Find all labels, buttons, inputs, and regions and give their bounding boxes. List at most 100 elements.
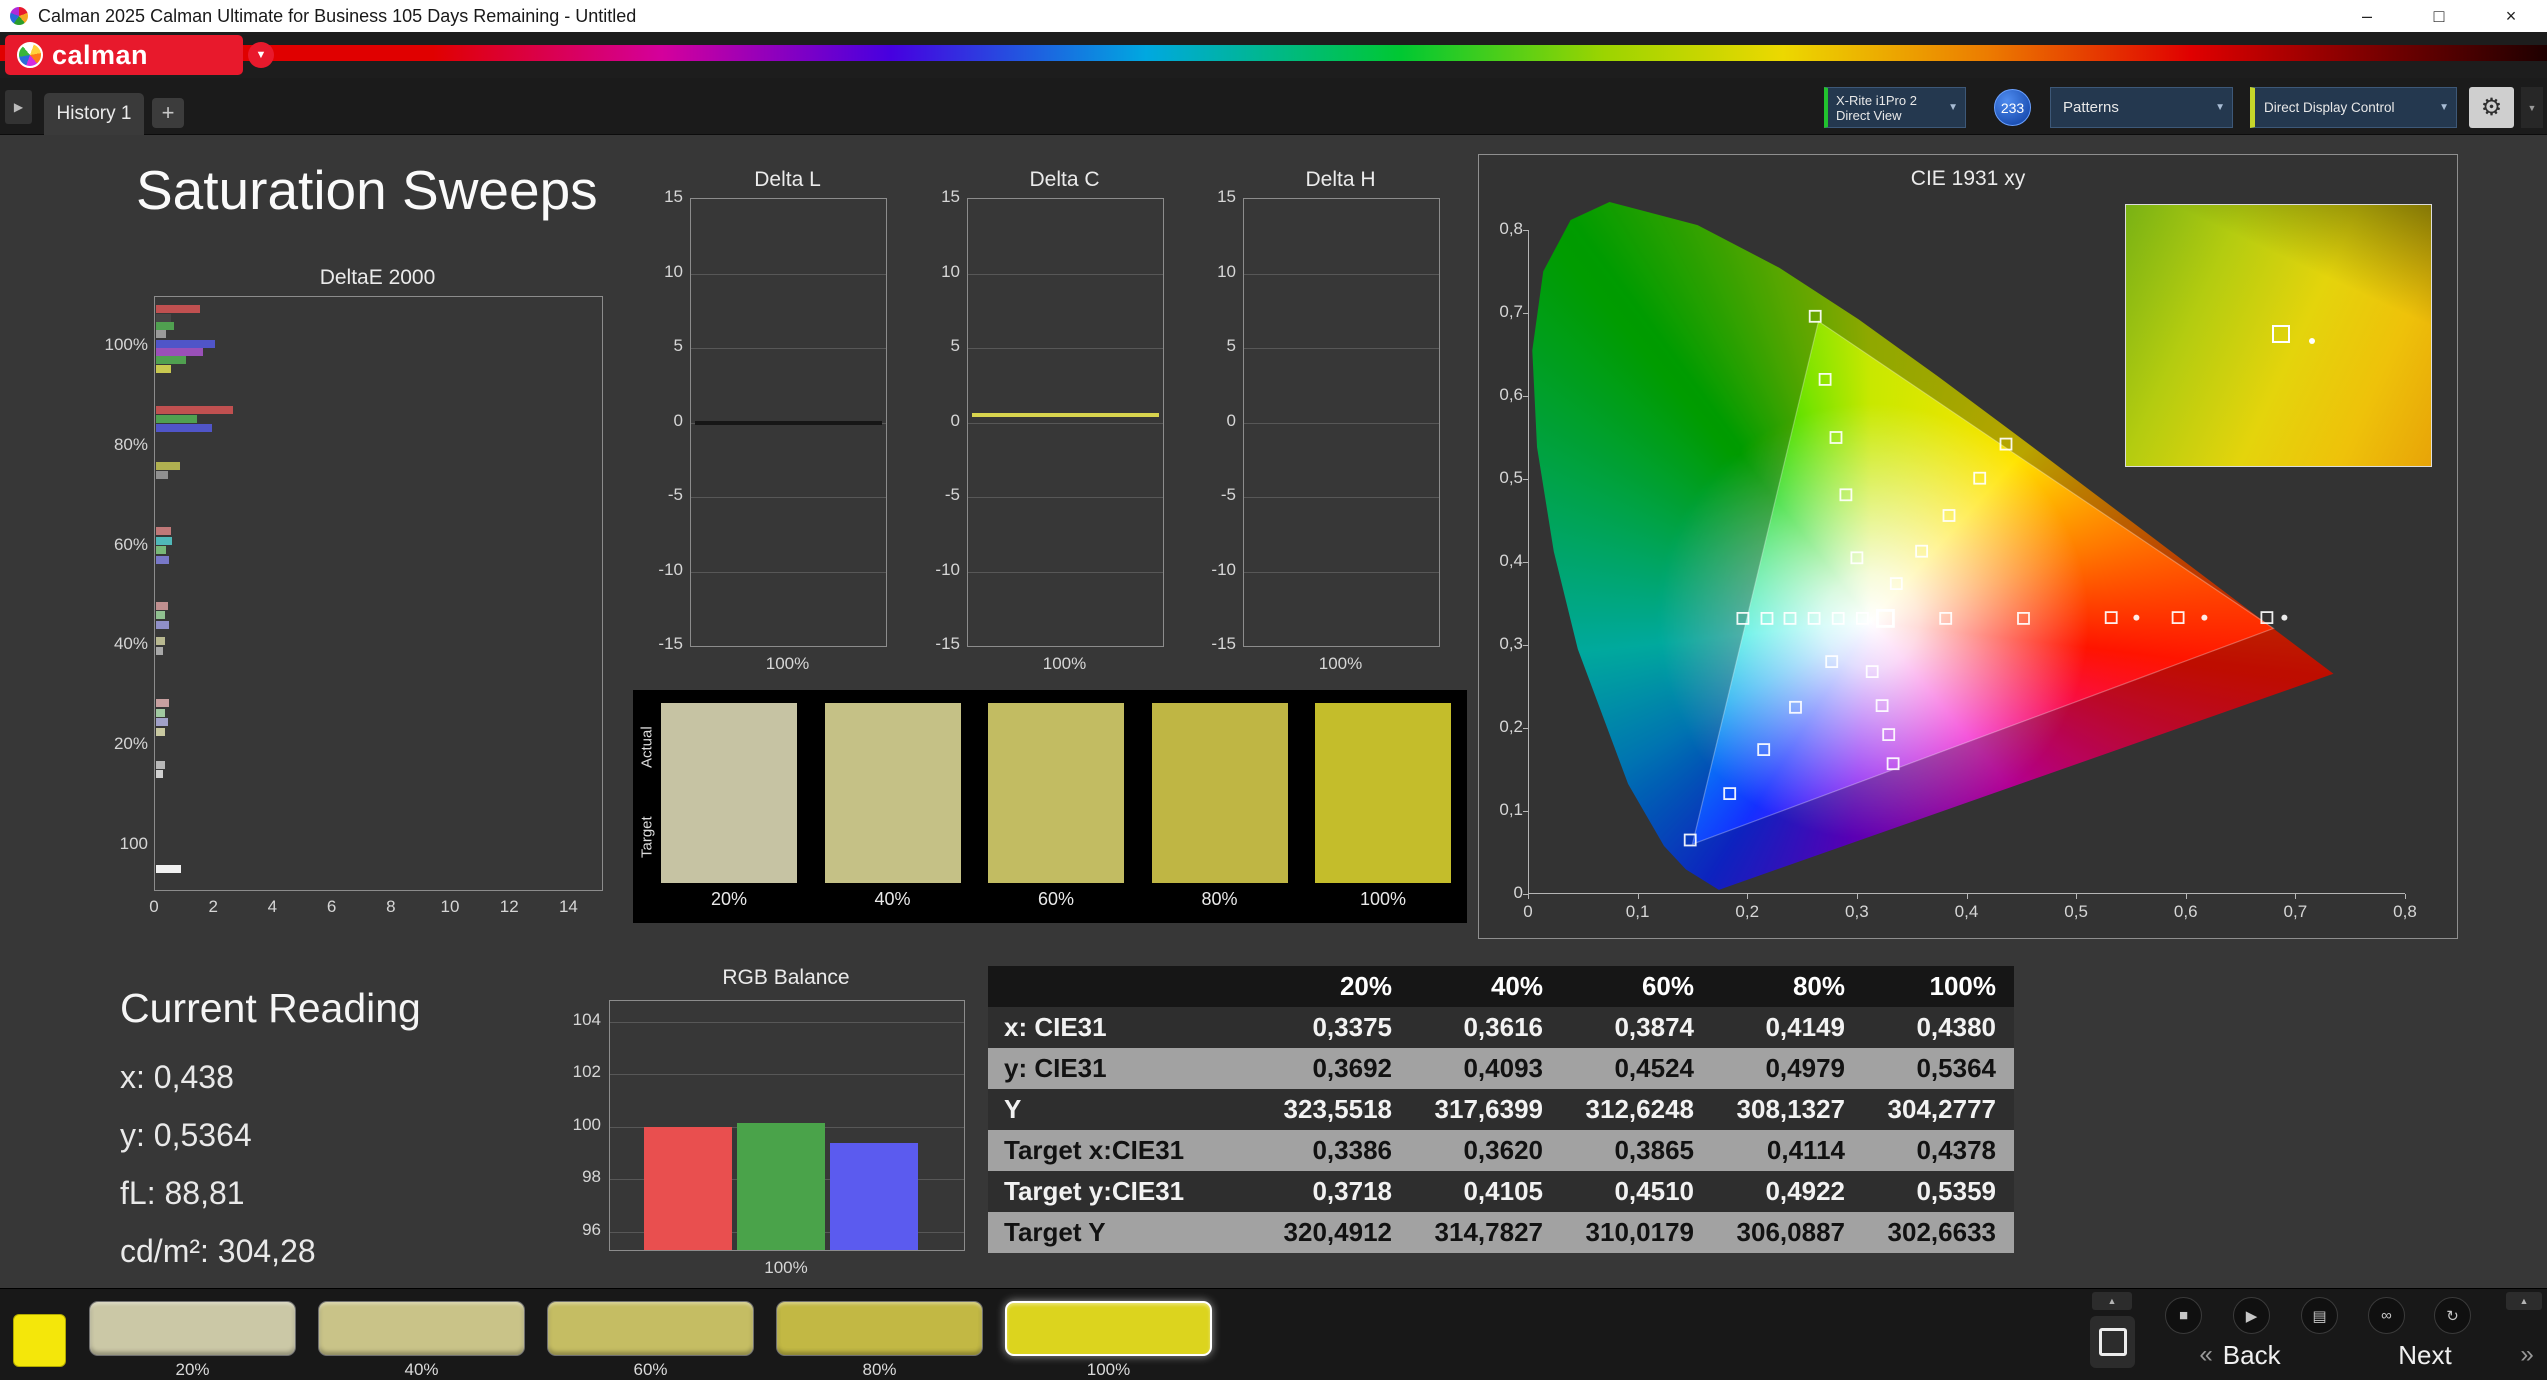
deltae-bar	[156, 546, 167, 555]
delta-h-y-label: 5	[1226, 336, 1236, 355]
table-cell: 0,3620	[1463, 1135, 1543, 1165]
delta-h-title: Delta H	[1305, 168, 1376, 191]
stop-button[interactable]: ■	[2165, 1297, 2202, 1334]
pattern-window-button[interactable]	[2090, 1316, 2135, 1368]
delta-h-gridline	[1244, 273, 1439, 275]
table-row: Target Y 320,4912 314,7827 310,0179 306,0887…	[988, 1212, 2014, 1253]
deltae-x-label: 6	[326, 897, 337, 916]
deltae-bar	[156, 461, 180, 470]
minimize-button[interactable]: –	[2331, 0, 2403, 32]
table-cell: 0,5364	[1916, 1053, 1996, 1083]
cie-x-tick	[1637, 894, 1639, 899]
bottom-swatch-80%[interactable]	[776, 1301, 983, 1356]
close-button[interactable]: ×	[2475, 0, 2547, 32]
cie-y-tick	[1523, 894, 1528, 895]
deltae-plot	[154, 296, 603, 891]
tab-history-1[interactable]: History 1	[44, 93, 144, 135]
calman-logo[interactable]: calman	[5, 35, 243, 75]
maximize-button[interactable]: □	[2403, 0, 2475, 32]
bottom-swatch-100%[interactable]	[1005, 1301, 1212, 1356]
scroll-up-button-right[interactable]: ▲	[2506, 1292, 2542, 1310]
deltae-bar	[156, 708, 165, 717]
delta-c-chart: Delta C 15 10 5 0 -5 -10 -15 100%	[906, 168, 1206, 698]
loop-button[interactable]: ∞	[2368, 1297, 2405, 1334]
cie-chart: CIE 1931 xy 0 0,1 0,2 0,3 0,4 0,5 0,6 0,7 0,8 0,8…	[1478, 154, 2458, 939]
delta-l-y-label: 15	[664, 187, 683, 206]
delta-l-gridline	[691, 273, 886, 275]
deltae-x-label: 12	[499, 897, 519, 916]
saturation-strip: Actual Target 20% 40% 60% 80% 100%	[633, 690, 1467, 923]
active-pattern-swatch[interactable]	[13, 1314, 66, 1367]
deltae-bar	[156, 865, 182, 874]
cie-y-label: 0	[1513, 883, 1523, 902]
cie-y-tick	[1523, 562, 1528, 563]
cie-x-tick	[2405, 894, 2406, 899]
strip-swatch-label: 100%	[1359, 889, 1407, 909]
logo-menu-button[interactable]: ▼	[248, 42, 274, 68]
deltae-x-label: 2	[208, 897, 218, 916]
bottom-swatch-20%[interactable]	[89, 1301, 296, 1356]
deltae-bar	[156, 313, 171, 322]
delta-c-y-label: 10	[941, 261, 960, 281]
delta-h-y-label: -5	[1220, 485, 1236, 504]
deltae-bar	[156, 364, 171, 373]
toolbar-corner-button[interactable]: ▼	[2521, 87, 2543, 128]
tab-scroll-button[interactable]: ▶	[5, 90, 32, 124]
table-cell: 0,3386	[1312, 1135, 1392, 1165]
rgb-y-label: 100	[572, 1114, 601, 1134]
table-cell: 306,0887	[1736, 1217, 1845, 1247]
current-reading-title: Current Reading	[120, 985, 421, 1031]
delta-c-gridline	[968, 273, 1163, 275]
strip-swatch-label: 40%	[874, 889, 911, 909]
page-title: Saturation Sweeps	[136, 159, 598, 221]
table-row: y: CIE31 0,3692 0,4093 0,4524 0,4979 0,5364	[988, 1048, 2014, 1089]
table-row: x: CIE31 0,3375 0,3616 0,3874 0,4149 0,4380	[988, 1007, 2014, 1048]
delta-c-y-label: 15	[941, 187, 960, 206]
delta-l-x-label: 100%	[765, 654, 810, 673]
bottom-swatch-label: 80%	[862, 1360, 897, 1379]
cie-x-label: 0,2	[1735, 902, 1760, 921]
meter-count-badge[interactable]: 233	[1994, 89, 2031, 126]
next-button[interactable]: Next	[2345, 1333, 2505, 1377]
table-cell: 0,4105	[1463, 1176, 1543, 1206]
play-button[interactable]: ▶	[2233, 1297, 2270, 1334]
patterns-dropdown[interactable]: Patterns ▼	[2050, 87, 2233, 128]
table-row: Target y:CIE31 0,3718 0,4105 0,4510 0,4922 0,…	[988, 1171, 2014, 1212]
table-cell: 0,3616	[1463, 1012, 1543, 1042]
table-row-label: y: CIE31	[1004, 1053, 1107, 1083]
delta-c-gridline	[968, 348, 1163, 349]
scroll-up-button[interactable]: ▲	[2092, 1292, 2132, 1310]
delta-c-y-label: 0	[950, 410, 960, 430]
next-label: Next	[2398, 1339, 2452, 1370]
next-chevron-button[interactable]: »	[2510, 1333, 2544, 1377]
cie-x-tick	[1747, 894, 1749, 899]
cie-y-label: 0,1	[1499, 800, 1523, 819]
cie-y-label: 0,4	[1499, 551, 1523, 570]
gear-icon[interactable]: ⚙	[2469, 87, 2514, 128]
deltae-bar	[156, 405, 233, 414]
back-button[interactable]: « Back	[2150, 1333, 2330, 1377]
display-control-dropdown[interactable]: Direct Display Control ▼	[2250, 87, 2457, 128]
cie-x-label: 0,6	[2173, 902, 2198, 921]
deltae-bar	[156, 471, 168, 480]
chevron-down-icon: ▼	[2439, 102, 2449, 113]
deltae-bar	[156, 356, 186, 365]
current-reading: Current Reading x: 0,438 y: 0,5364 fL: 8…	[120, 985, 421, 1280]
add-tab-button[interactable]: +	[152, 98, 184, 128]
bottom-swatch-60%[interactable]	[547, 1301, 754, 1356]
delta-l-gridline	[691, 348, 886, 349]
table-col-header: 40%	[1490, 971, 1543, 1001]
table-cell: 0,4378	[1916, 1135, 1996, 1165]
cie-x-tick	[1966, 894, 1968, 899]
delta-c-gridline	[968, 497, 1163, 498]
delta-c-gridline	[968, 422, 1163, 424]
refresh-button[interactable]: ↻	[2434, 1297, 2471, 1334]
meter-dropdown[interactable]: X-Rite i1Pro 2 Direct View ▼	[1824, 87, 1966, 128]
save-button[interactable]: ▤	[2301, 1297, 2338, 1334]
strip-swatch-label: 60%	[1037, 889, 1075, 909]
bottom-swatch-40%[interactable]	[318, 1301, 525, 1356]
strip-swatch-80%	[1151, 703, 1288, 883]
delta-h-y-label: -15	[1211, 634, 1236, 653]
cie-zoom-inset	[2125, 204, 2432, 467]
delta-h-plot	[1243, 198, 1440, 647]
